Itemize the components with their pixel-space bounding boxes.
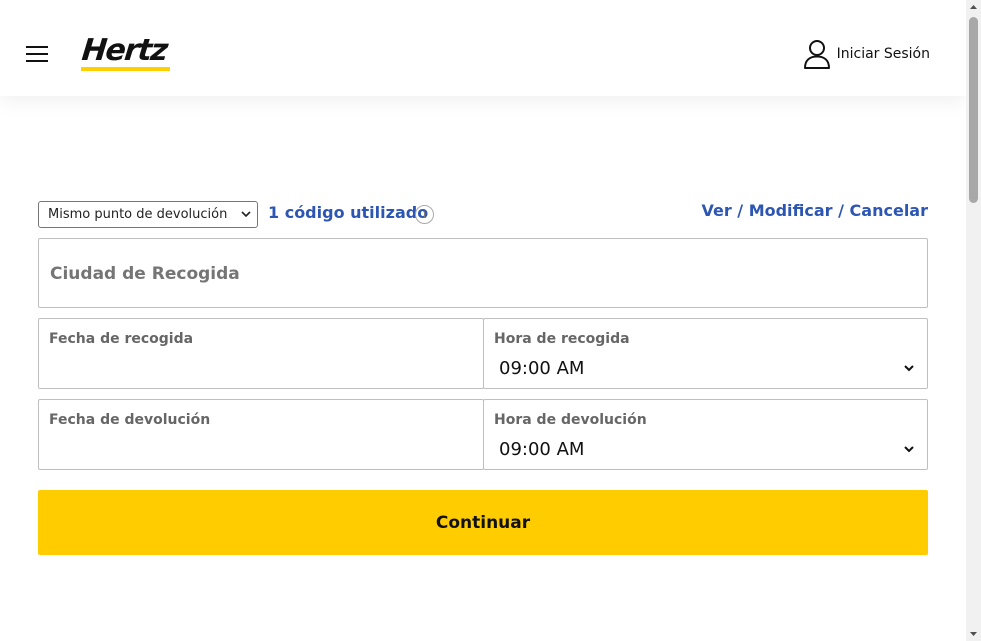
scroll-up-arrow-icon[interactable] bbox=[966, 0, 981, 15]
signin-label: Iniciar Sesión bbox=[836, 46, 930, 62]
return-time-select[interactable]: Hora de devolución 09:00 AM bbox=[483, 399, 928, 470]
pickup-date-label: Fecha de recogida bbox=[49, 331, 194, 347]
view-modify-cancel-link[interactable]: Ver / Modificar / Cancelar bbox=[701, 201, 928, 220]
discount-codes-link[interactable]: 1 código utilizado bbox=[268, 203, 428, 222]
return-location-select[interactable]: Mismo punto de devolución bbox=[38, 201, 258, 228]
info-icon[interactable]: i bbox=[415, 205, 434, 224]
return-time-value: 09:00 AM bbox=[499, 439, 585, 460]
chevron-down-icon bbox=[904, 446, 914, 453]
scroll-down-arrow-icon[interactable] bbox=[966, 626, 981, 641]
continue-button[interactable]: Continuar bbox=[38, 490, 928, 555]
chevron-down-icon bbox=[904, 365, 914, 372]
booking-options-row: Mismo punto de devolución 1 código utili… bbox=[38, 200, 928, 230]
pickup-time-value: 09:00 AM bbox=[499, 358, 585, 379]
pickup-city-placeholder: Ciudad de Recogida bbox=[50, 264, 240, 284]
hertz-logo[interactable]: Hertz bbox=[80, 33, 176, 73]
chevron-down-icon bbox=[241, 211, 251, 218]
return-location-value: Mismo punto de devolución bbox=[48, 207, 228, 222]
user-icon bbox=[803, 40, 830, 69]
site-header: Hertz Iniciar Sesión bbox=[0, 0, 966, 96]
scrollbar-thumb[interactable] bbox=[969, 17, 978, 203]
return-time-label: Hora de devolución bbox=[494, 412, 647, 428]
pickup-time-label: Hora de recogida bbox=[494, 331, 630, 347]
logo-underline bbox=[81, 67, 170, 71]
return-date-field[interactable]: Fecha de devolución bbox=[38, 399, 484, 470]
pickup-date-field[interactable]: Fecha de recogida bbox=[38, 318, 484, 389]
pickup-time-select[interactable]: Hora de recogida 09:00 AM bbox=[483, 318, 928, 389]
return-date-label: Fecha de devolución bbox=[49, 412, 211, 428]
page-scrollbar[interactable] bbox=[966, 0, 981, 641]
menu-icon[interactable] bbox=[26, 46, 48, 62]
pickup-city-input[interactable]: Ciudad de Recogida bbox=[38, 238, 928, 308]
signin-button[interactable]: Iniciar Sesión bbox=[803, 39, 930, 69]
logo-wordmark: Hertz bbox=[80, 33, 169, 68]
